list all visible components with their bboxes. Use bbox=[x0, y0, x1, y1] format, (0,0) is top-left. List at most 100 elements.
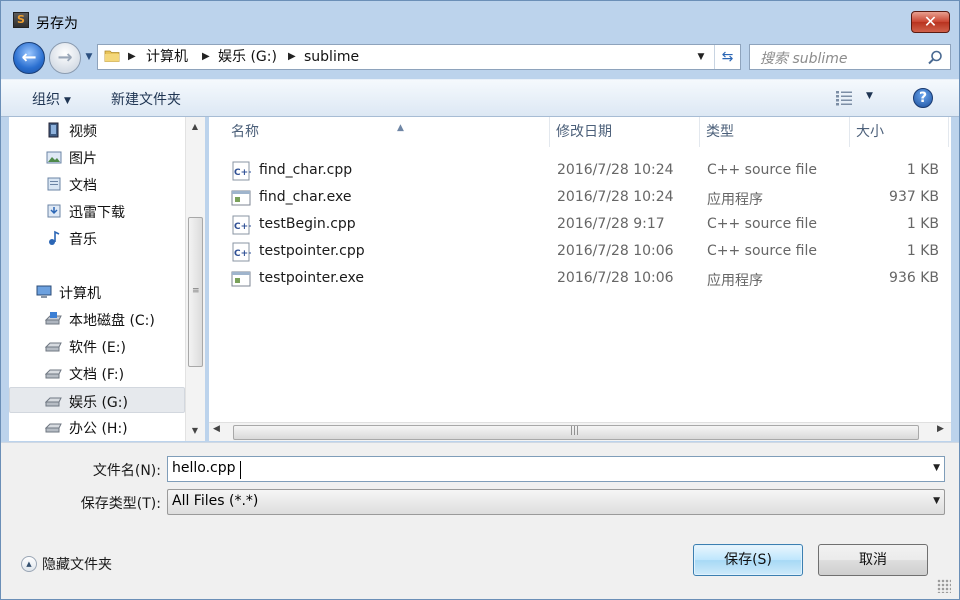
collapse-up-icon[interactable]: ▲ bbox=[21, 556, 37, 572]
sidebar-item-computer[interactable]: 计算机 bbox=[9, 279, 185, 305]
chevron-down-icon[interactable]: ▼ bbox=[933, 496, 940, 506]
search-icon[interactable] bbox=[926, 49, 944, 67]
scroll-down-arrow[interactable]: ▼ bbox=[186, 423, 204, 439]
sidebar-item-pictures[interactable]: 图片 bbox=[9, 144, 185, 170]
sidebar-item-label: 办公 (H:) bbox=[69, 421, 128, 437]
svg-text:C++: C++ bbox=[234, 168, 251, 178]
view-options-dropdown[interactable]: ▼ bbox=[866, 91, 873, 101]
computer-icon bbox=[36, 285, 52, 298]
file-size: 937 KB bbox=[889, 189, 939, 205]
file-type: C++ source file bbox=[707, 162, 817, 178]
cancel-button[interactable]: 取消 bbox=[818, 544, 928, 576]
save-button[interactable]: 保存(S) bbox=[693, 544, 803, 576]
scrollbar-thumb[interactable]: ||| bbox=[233, 425, 919, 440]
resize-grip-icon[interactable] bbox=[937, 579, 951, 593]
file-name: testBegin.cpp bbox=[259, 216, 356, 232]
file-row[interactable]: C++ testpointer.cpp 2016/7/28 10:06 C++ … bbox=[227, 239, 945, 266]
documents-library-icon bbox=[47, 177, 61, 191]
grip-icon: ||| bbox=[570, 426, 580, 436]
sort-ascending-icon: ▲ bbox=[397, 123, 404, 133]
scroll-right-arrow[interactable]: ▶ bbox=[937, 424, 944, 434]
file-row[interactable]: C++ testBegin.cpp 2016/7/28 9:17 C++ sou… bbox=[227, 212, 945, 239]
drive-icon bbox=[45, 342, 62, 352]
sidebar-item-drive-e[interactable]: 软件 (E:) bbox=[9, 333, 185, 359]
recent-locations-dropdown[interactable]: ▼ bbox=[83, 51, 95, 63]
sidebar-item-drive-c[interactable]: 本地磁盘 (C:) bbox=[9, 306, 185, 332]
video-library-icon bbox=[48, 122, 59, 138]
column-header-type[interactable]: 类型 bbox=[700, 117, 850, 147]
drive-icon bbox=[45, 423, 62, 433]
column-header-label: 名称 bbox=[231, 124, 259, 140]
file-row[interactable]: C++ find_char.cpp 2016/7/28 10:24 C++ so… bbox=[227, 158, 945, 185]
scrollbar-thumb[interactable]: ≡ bbox=[188, 217, 203, 367]
file-size: 1 KB bbox=[906, 243, 939, 259]
drive-icon bbox=[45, 369, 62, 379]
breadcrumb-drive-g[interactable]: 娱乐 (G:) bbox=[218, 47, 277, 67]
file-name: find_char.exe bbox=[259, 189, 352, 205]
sidebar-item-drive-h[interactable]: 办公 (H:) bbox=[9, 414, 185, 440]
sidebar-item-drive-g[interactable]: 娱乐 (G:) bbox=[9, 387, 185, 413]
breadcrumb-sublime[interactable]: sublime bbox=[304, 47, 359, 67]
view-details-icon[interactable] bbox=[835, 90, 853, 106]
new-folder-button[interactable]: 新建文件夹 bbox=[111, 89, 181, 109]
file-name: testpointer.exe bbox=[259, 270, 364, 286]
navigation-scrollbar[interactable]: ▲ ≡ ▼ bbox=[185, 117, 205, 441]
sidebar-item-label: 计算机 bbox=[59, 286, 101, 302]
breadcrumb-separator[interactable]: ▶ bbox=[202, 48, 210, 66]
navigation-pane[interactable]: 视频 图片 文档 迅雷下载 音乐 计算机 本地磁盘 (C:) 软件 (E:) 文… bbox=[9, 117, 205, 441]
column-header-size[interactable]: 大小 bbox=[850, 117, 949, 147]
search-placeholder[interactable]: 搜索 sublime bbox=[760, 48, 848, 68]
filetype-select[interactable]: All Files (*.*) ▼ bbox=[167, 489, 945, 515]
window-title: 另存为 bbox=[36, 16, 78, 32]
file-row[interactable]: testpointer.exe 2016/7/28 10:06 应用程序 936… bbox=[227, 266, 945, 293]
sidebar-item-drive-f[interactable]: 文档 (F:) bbox=[9, 360, 185, 386]
sidebar-item-label: 视频 bbox=[69, 124, 97, 140]
sidebar-item-music[interactable]: 音乐 bbox=[9, 225, 185, 251]
grip-icon: ≡ bbox=[192, 286, 200, 296]
search-box[interactable]: 搜索 sublime bbox=[749, 44, 951, 70]
file-date: 2016/7/28 10:24 bbox=[557, 189, 674, 205]
filename-history-dropdown[interactable]: ▼ bbox=[933, 463, 940, 473]
horizontal-scrollbar[interactable]: ◀ ||| ▶ bbox=[209, 422, 951, 441]
chevron-down-icon: ▼ bbox=[64, 96, 71, 106]
save-options-panel: 文件名(N): hello.cpp ▼ 保存类型(T): All Files (… bbox=[1, 442, 959, 599]
back-button[interactable]: ← bbox=[13, 42, 45, 74]
filename-value[interactable]: hello.cpp bbox=[172, 460, 236, 476]
scroll-left-arrow[interactable]: ◀ bbox=[213, 424, 220, 434]
column-header-name[interactable]: 名称 ▲ bbox=[225, 117, 550, 147]
cpp-file-icon: C++ bbox=[232, 215, 251, 235]
folder-icon bbox=[104, 50, 120, 62]
file-type: C++ source file bbox=[707, 216, 817, 232]
forward-button[interactable]: → bbox=[49, 42, 81, 74]
refresh-button[interactable]: ⇆ bbox=[714, 45, 740, 69]
sidebar-item-label: 文档 (F:) bbox=[69, 367, 125, 383]
organize-menu[interactable]: 组织 ▼ bbox=[32, 89, 71, 109]
sidebar-item-label: 本地磁盘 (C:) bbox=[69, 313, 155, 329]
breadcrumb-separator[interactable]: ▶ bbox=[128, 48, 136, 66]
system-drive-icon bbox=[45, 312, 62, 325]
file-list[interactable]: 名称 ▲ 修改日期 类型 大小 C++ find_char.cpp 2016/7… bbox=[209, 117, 951, 441]
download-library-icon bbox=[47, 204, 61, 218]
sidebar-item-videos[interactable]: 视频 bbox=[9, 117, 185, 143]
help-button[interactable]: ? bbox=[913, 88, 933, 108]
address-dropdown[interactable]: ▼ bbox=[694, 49, 708, 65]
sidebar-item-documents[interactable]: 文档 bbox=[9, 171, 185, 197]
column-header-date[interactable]: 修改日期 bbox=[550, 117, 700, 147]
file-type: 应用程序 bbox=[707, 273, 763, 289]
file-name: testpointer.cpp bbox=[259, 243, 365, 259]
hide-folders-label[interactable]: 隐藏文件夹 bbox=[42, 554, 112, 574]
sidebar-item-label: 娱乐 (G:) bbox=[69, 395, 128, 411]
filename-field[interactable]: hello.cpp ▼ bbox=[167, 456, 945, 482]
file-type: C++ source file bbox=[707, 243, 817, 259]
file-date: 2016/7/28 10:24 bbox=[557, 162, 674, 178]
close-button[interactable]: ✕ bbox=[911, 11, 950, 33]
sidebar-item-thunder-downloads[interactable]: 迅雷下载 bbox=[9, 198, 185, 224]
breadcrumb-separator[interactable]: ▶ bbox=[288, 48, 296, 66]
address-bar[interactable]: ▶ 计算机 ▶ 娱乐 (G:) ▶ sublime ▼ ⇆ bbox=[97, 44, 741, 70]
file-name: find_char.cpp bbox=[259, 162, 353, 178]
file-row[interactable]: find_char.exe 2016/7/28 10:24 应用程序 937 K… bbox=[227, 185, 945, 212]
title-bar[interactable]: S 另存为 ✕ bbox=[1, 1, 959, 41]
text-cursor bbox=[240, 461, 241, 479]
breadcrumb-computer[interactable]: 计算机 bbox=[146, 47, 188, 67]
scroll-up-arrow[interactable]: ▲ bbox=[186, 119, 204, 135]
